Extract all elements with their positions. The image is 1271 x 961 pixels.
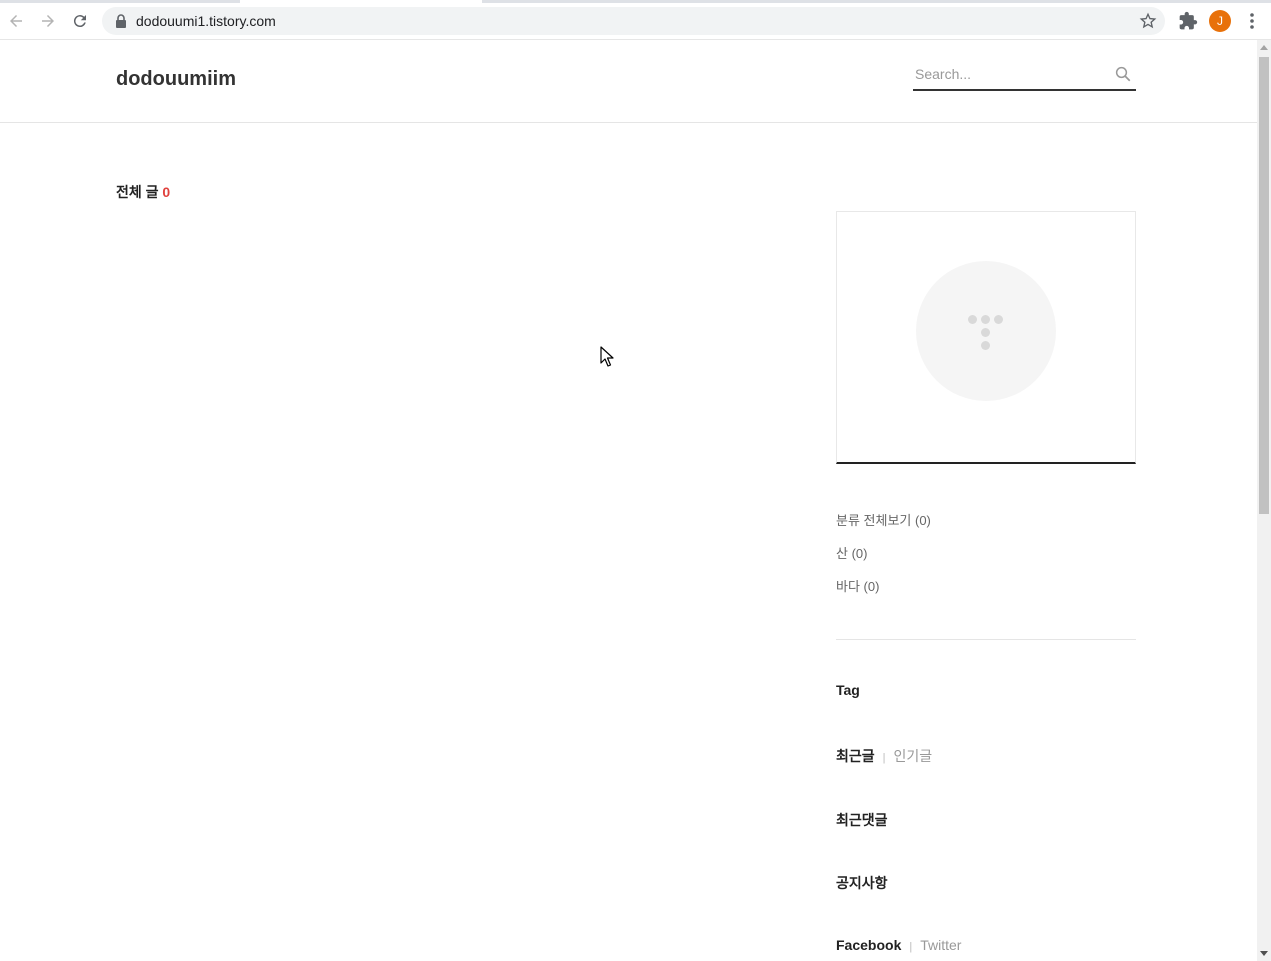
tab-twitter[interactable]: Twitter: [920, 937, 961, 953]
notice-heading: 공지사항: [836, 875, 888, 891]
scrollbar-thumb[interactable]: [1259, 57, 1269, 514]
lock-icon: [116, 14, 126, 28]
address-bar[interactable]: dodouumi1.tistory.com: [102, 7, 1165, 35]
forward-button[interactable]: [36, 9, 60, 33]
category-item-sea[interactable]: 바다 (0): [836, 576, 931, 609]
blog-title[interactable]: dodouumiim: [116, 68, 236, 91]
logo-dot-icon: [968, 315, 977, 324]
arrow-left-icon: [10, 15, 22, 27]
logo-dot-icon: [994, 315, 1003, 324]
back-button[interactable]: [4, 9, 28, 33]
scroll-down-arrow-icon[interactable]: [1260, 951, 1268, 956]
total-count: 0: [162, 184, 171, 200]
active-tab[interactable]: [240, 0, 482, 3]
category-list: 분류 전체보기 (0) 산 (0) 바다 (0): [836, 510, 931, 609]
category-item-mountain[interactable]: 산 (0): [836, 543, 931, 576]
profile-avatar[interactable]: J: [1209, 10, 1231, 32]
browser-toolbar: dodouumi1.tistory.com J: [0, 0, 1271, 40]
blog-header: dodouumiim: [0, 40, 1257, 123]
logo-dot-icon: [981, 328, 990, 337]
tab-popular-posts[interactable]: 인기글: [894, 748, 933, 764]
page-scrollbar[interactable]: [1257, 40, 1271, 961]
post-tabs: 최근글 | 인기글: [836, 746, 932, 766]
tab-recent-posts[interactable]: 최근글: [836, 748, 875, 764]
tag-heading: Tag: [836, 682, 860, 698]
scroll-up-arrow-icon[interactable]: [1260, 45, 1268, 50]
arrow-right-icon: [42, 15, 54, 27]
mouse-cursor-icon: [600, 346, 614, 367]
search-input[interactable]: [915, 66, 1105, 82]
reload-button[interactable]: [68, 9, 92, 33]
total-label: 전체 글: [116, 184, 159, 200]
more-vert-icon[interactable]: [1244, 11, 1260, 31]
logo-dot-icon: [981, 341, 990, 350]
social-tabs: Facebook | Twitter: [836, 937, 961, 953]
search-icon[interactable]: [1114, 65, 1132, 83]
url-text: dodouumi1.tistory.com: [136, 13, 276, 29]
tab-facebook[interactable]: Facebook: [836, 937, 901, 953]
tab-separator: |: [909, 941, 913, 953]
category-item-all[interactable]: 분류 전체보기 (0): [836, 510, 931, 543]
post-count-heading: 전체 글 0: [116, 182, 170, 202]
logo-dot-icon: [981, 315, 990, 324]
tab-strip: [0, 0, 1271, 3]
search-box: [913, 62, 1136, 91]
default-profile-image: [916, 261, 1056, 401]
tab-separator: |: [882, 752, 886, 764]
sidebar-divider: [836, 639, 1136, 640]
bookmark-star-icon[interactable]: [1139, 12, 1157, 30]
reload-icon: [73, 15, 86, 28]
profile-box: [836, 211, 1136, 464]
recent-comments-heading: 최근댓글: [836, 812, 888, 828]
extensions-puzzle-icon[interactable]: [1178, 11, 1198, 31]
